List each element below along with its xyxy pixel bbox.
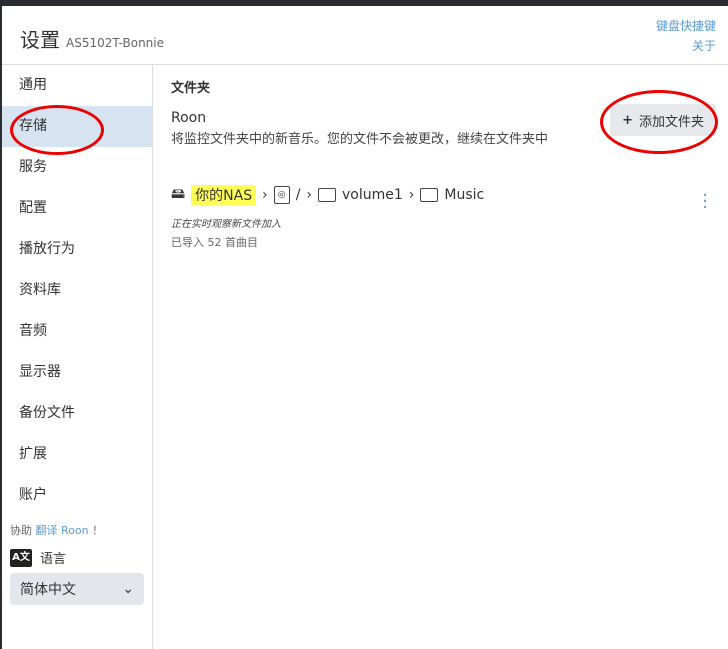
help-prefix: 协助 — [10, 524, 32, 537]
folder-icon — [318, 188, 337, 202]
sidebar-item-account[interactable]: 账户 — [2, 475, 152, 516]
sidebar-item-backups[interactable]: 备份文件 — [2, 393, 152, 434]
language-icon: A文 — [10, 548, 32, 567]
chevron-right-icon: › — [306, 187, 313, 203]
annotation-circle — [10, 105, 104, 155]
watch-status: 正在实时观察新文件加入 — [171, 219, 281, 230]
translate-link[interactable]: 翻译 Roon — [36, 524, 89, 537]
annotation-circle — [600, 90, 718, 154]
header: 设置 AS5102T-Bonnie 键盘快捷键 关于 — [2, 6, 728, 65]
language-label: 语言 — [40, 552, 67, 567]
sidebar-item-audio[interactable]: 音频 — [2, 311, 152, 352]
folder-icon — [420, 188, 439, 202]
language-select[interactable]: 简体中文 ⌄ — [10, 573, 144, 605]
title-text: 设置 — [20, 28, 60, 52]
nas-icon: 🖴 — [171, 186, 186, 202]
sidebar-item-library[interactable]: 资料库 — [2, 270, 152, 311]
root-path: / — [295, 187, 301, 203]
description: 将监控文件夹中的新音乐。您的文件不会被更改，继续在文件夹中 — [171, 132, 549, 147]
device-name: AS5102T-Bonnie — [66, 36, 164, 50]
language-value: 简体中文 — [20, 582, 76, 598]
sidebar-item-extensions[interactable]: 扩展 — [2, 434, 152, 475]
sidebar-item-setup[interactable]: 配置 — [2, 188, 152, 229]
about-link[interactable]: 关于 — [656, 36, 716, 56]
path-music: Music — [444, 187, 485, 203]
nas-name: 你的NAS — [191, 185, 257, 205]
page-title: 设置 AS5102T-Bonnie — [20, 24, 164, 53]
sidebar-item-displays[interactable]: 显示器 — [2, 352, 152, 393]
import-count: 已导入 52 首曲目 — [171, 236, 258, 249]
sidebar-item-playback[interactable]: 播放行为 — [2, 229, 152, 270]
disk-icon: ◎ — [273, 186, 290, 204]
help-translate: 协助 翻译 Roon ！ — [2, 516, 152, 538]
more-options-icon[interactable]: · · · — [702, 187, 708, 217]
sidebar-item-general[interactable]: 通用 — [2, 65, 152, 106]
path-volume1: volume1 — [342, 187, 403, 203]
sidebar: 通用 存储 服务 配置 播放行为 资料库 音频 显示器 备份文件 扩展 账户 协… — [2, 65, 153, 649]
chevron-right-icon: › — [262, 187, 268, 203]
keyboard-shortcuts-link[interactable]: 键盘快捷键 — [656, 16, 716, 36]
chevron-right-icon: › — [408, 187, 415, 203]
help-suffix: ！ — [92, 524, 104, 537]
folder-path: 🖴 你的NAS › ◎ / › volume1 › Music — [171, 183, 728, 207]
chevron-down-icon: ⌄ — [122, 581, 134, 597]
sidebar-item-services[interactable]: 服务 — [2, 147, 152, 188]
